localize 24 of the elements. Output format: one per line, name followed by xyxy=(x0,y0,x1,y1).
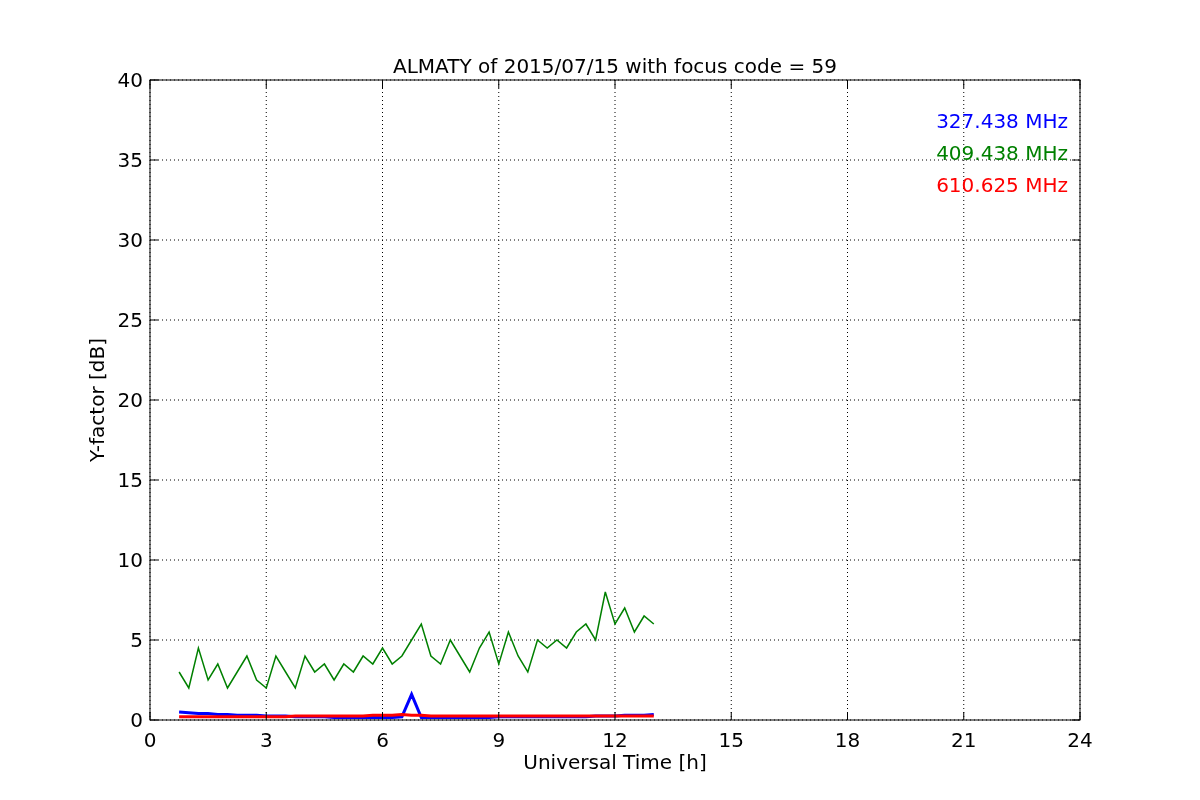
y-tick-label: 5 xyxy=(130,628,143,652)
x-tick-label: 3 xyxy=(259,728,273,752)
y-tick-label: 40 xyxy=(117,68,143,92)
y-tick-label: 10 xyxy=(117,548,143,572)
y-axis-label: Y-factor [dB] xyxy=(85,338,109,462)
legend-label: 610.625 MHz xyxy=(936,173,1068,197)
y-tick-label: 35 xyxy=(117,148,143,172)
y-tick-label: 0 xyxy=(130,708,143,732)
x-tick-label: 18 xyxy=(834,728,861,752)
x-tick-label: 15 xyxy=(718,728,744,752)
y-tick-label: 30 xyxy=(117,228,143,252)
y-tick-label: 25 xyxy=(117,308,143,332)
x-tick-label: 21 xyxy=(951,728,977,752)
legend-label: 409.438 MHz xyxy=(936,141,1068,165)
x-tick-label: 9 xyxy=(492,728,506,752)
x-axis-label: Universal Time [h] xyxy=(523,750,707,774)
chart-title: ALMATY of 2015/07/15 with focus code = 59 xyxy=(393,54,837,78)
x-tick-label: 6 xyxy=(376,728,389,752)
x-tick-label: 24 xyxy=(1067,728,1093,752)
x-tick-label: 12 xyxy=(602,728,628,752)
legend-label: 327.438 MHz xyxy=(936,109,1068,133)
y-tick-label: 20 xyxy=(117,388,143,412)
x-tick-label: 0 xyxy=(143,728,157,752)
y-tick-label: 15 xyxy=(117,468,143,492)
